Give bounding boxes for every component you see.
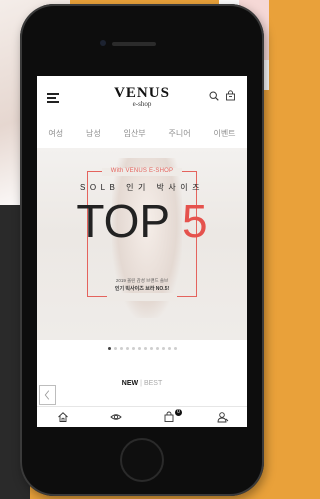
banner-description-bold: 인기 빅사이즈 브라 NO.5!: [114, 286, 170, 292]
new-best-tabs: NEW | BEST: [37, 380, 247, 387]
cart-icon[interactable]: [225, 90, 236, 101]
category-nav: 여성 남성 임산부 주니어 이벤트: [37, 122, 247, 144]
banner-headline-top: TOP: [76, 195, 170, 247]
carousel-dot[interactable]: [131, 347, 135, 350]
carousel-dot[interactable]: [161, 347, 165, 350]
earpiece-speaker: [112, 42, 156, 46]
tab-separator: |: [140, 380, 142, 387]
logo[interactable]: VENUS e-shop: [97, 86, 187, 108]
carousel-dot[interactable]: [173, 347, 177, 350]
carousel-dot[interactable]: [125, 347, 129, 350]
phone-screen: VENUS e-shop 여성 남성 임산부 주니어 이벤트 With VENU…: [37, 76, 247, 427]
promo-banner[interactable]: With VENUS E-SHOP SOLB 인기 박사이즈 TOP 5 201…: [37, 148, 247, 340]
category-event[interactable]: 이벤트: [213, 128, 235, 139]
banner-tag: With VENUS E-SHOP: [110, 168, 174, 174]
banner-headline: TOP 5: [37, 198, 247, 244]
app-header: VENUS e-shop: [37, 76, 247, 112]
banner-subtitle: SOLB 인기 박사이즈: [80, 183, 204, 192]
carousel-dot[interactable]: [149, 347, 153, 350]
carousel-dot[interactable]: [113, 347, 117, 350]
tab-best[interactable]: BEST: [144, 380, 162, 387]
eye-icon[interactable]: [110, 411, 122, 423]
category-women[interactable]: 여성: [48, 128, 63, 139]
carousel-dot[interactable]: [107, 347, 111, 350]
banner-description: 2019 올린 감성 브랜드 솔브: [115, 278, 169, 283]
search-icon[interactable]: [209, 91, 219, 101]
category-men[interactable]: 남성: [86, 128, 101, 139]
home-icon[interactable]: [57, 411, 69, 423]
front-camera: [100, 40, 106, 46]
carousel-indicator[interactable]: [37, 347, 247, 350]
category-junior[interactable]: 주니어: [169, 128, 191, 139]
tab-new[interactable]: NEW: [122, 380, 138, 387]
user-icon[interactable]: [217, 411, 229, 423]
cart-count-badge: 0: [175, 409, 182, 416]
hamburger-icon[interactable]: [47, 93, 59, 103]
bottom-nav: 0: [37, 406, 247, 427]
bag-icon[interactable]: [163, 411, 175, 423]
carousel-dot[interactable]: [143, 347, 147, 350]
carousel-dot[interactable]: [137, 347, 141, 350]
logo-text: VENUS: [114, 85, 170, 101]
carousel-dot[interactable]: [167, 347, 171, 350]
logo-subtitle: e-shop: [132, 100, 152, 108]
carousel-dot[interactable]: [119, 347, 123, 350]
previous-arrow-icon[interactable]: [39, 385, 56, 405]
carousel-dot[interactable]: [155, 347, 159, 350]
phone-frame: VENUS e-shop 여성 남성 임산부 주니어 이벤트 With VENU…: [20, 4, 264, 496]
category-maternity[interactable]: 임산부: [124, 128, 146, 139]
phone-home-button[interactable]: [120, 438, 164, 482]
banner-headline-number: 5: [182, 195, 208, 247]
